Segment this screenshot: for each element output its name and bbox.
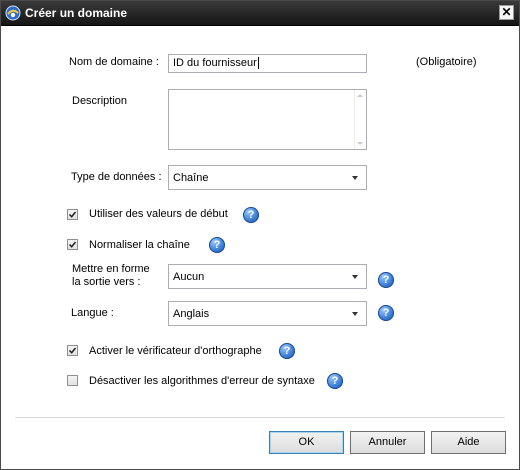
checkmark-icon	[68, 241, 77, 248]
description-label: Description	[72, 95, 128, 107]
title-bar[interactable]: Créer un domaine ✕	[1, 1, 519, 26]
spellchecker-checkbox[interactable]	[67, 345, 78, 356]
disable-syntax-label: Désactiver les algorithmes d'erreur de s…	[89, 375, 315, 387]
language-value: Anglais	[173, 308, 210, 320]
help-icon[interactable]: ?	[378, 305, 394, 321]
format-output-label-line1: Mettre en forme	[72, 263, 150, 275]
dialog-title: Créer un domaine	[25, 6, 128, 20]
required-note: (Obligatoire)	[416, 56, 477, 68]
normalize-string-checkbox[interactable]	[67, 239, 78, 250]
chevron-down-icon	[352, 275, 358, 279]
help-icon[interactable]: ?	[209, 237, 225, 253]
checkmark-icon	[68, 347, 77, 354]
domain-name-value: ID du fournisseur	[173, 57, 257, 69]
description-scrollbar[interactable]	[354, 90, 366, 149]
close-icon: ✕	[501, 5, 512, 19]
help-icon[interactable]: ?	[378, 272, 394, 288]
format-output-select[interactable]: Aucun	[168, 264, 367, 289]
language-label: Langue :	[71, 307, 114, 319]
checkmark-icon	[68, 211, 77, 218]
use-leading-values-checkbox[interactable]	[67, 209, 78, 220]
help-button[interactable]: Aide	[431, 431, 506, 454]
app-icon	[5, 5, 21, 21]
format-output-label-line2: la sortie vers :	[72, 276, 141, 288]
scroll-up-icon[interactable]	[357, 94, 363, 97]
cancel-button[interactable]: Annuler	[350, 431, 425, 454]
format-output-value: Aucun	[173, 271, 205, 283]
data-type-value: Chaîne	[173, 172, 209, 184]
chevron-down-icon	[352, 312, 358, 316]
domain-name-label: Nom de domaine :	[69, 56, 159, 68]
domain-name-input[interactable]: ID du fournisseur	[168, 54, 367, 73]
data-type-label: Type de données :	[71, 171, 162, 183]
chevron-down-icon	[352, 176, 358, 180]
help-icon[interactable]: ?	[327, 373, 343, 389]
data-type-select[interactable]: Chaîne	[168, 165, 367, 190]
disable-syntax-checkbox[interactable]	[67, 375, 78, 386]
help-icon[interactable]: ?	[243, 207, 259, 223]
divider	[15, 417, 505, 418]
language-select[interactable]: Anglais	[168, 301, 367, 326]
normalize-string-label: Normaliser la chaîne	[89, 239, 190, 251]
scroll-down-icon[interactable]	[357, 142, 363, 145]
spellchecker-label: Activer le vérificateur d'orthographe	[89, 345, 262, 357]
description-textarea[interactable]	[168, 89, 367, 150]
help-icon[interactable]: ?	[279, 343, 295, 359]
use-leading-values-label: Utiliser des valeurs de début	[89, 208, 228, 220]
ok-button[interactable]: OK	[269, 431, 344, 454]
close-button[interactable]: ✕	[499, 5, 514, 20]
text-caret	[257, 57, 259, 70]
create-domain-dialog: Créer un domaine ✕ Nom de domaine : ID d…	[0, 0, 520, 470]
